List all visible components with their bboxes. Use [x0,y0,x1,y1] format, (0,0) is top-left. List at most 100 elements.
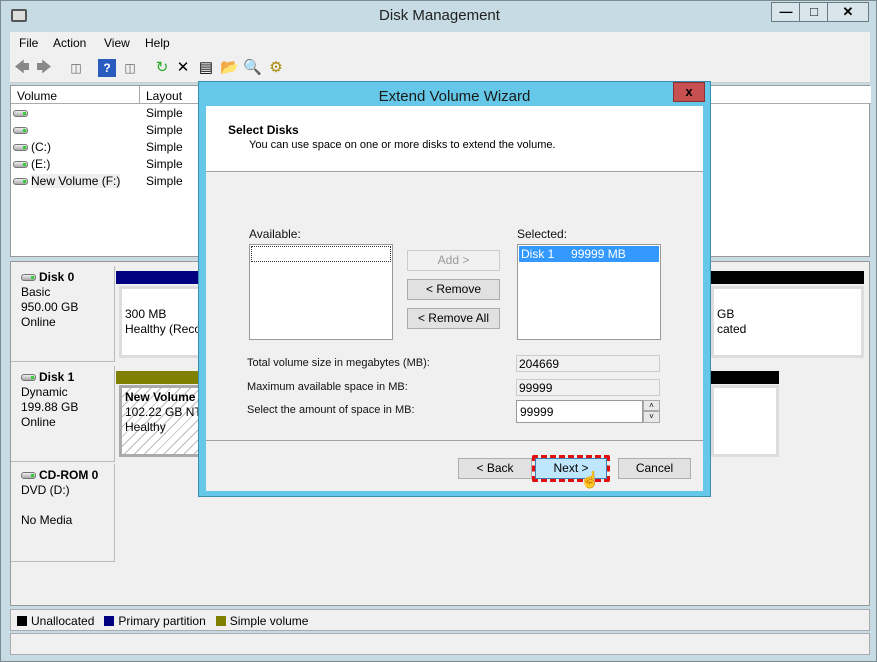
unallocated-bar [711,371,779,384]
wizard-heading: Select Disks [228,123,299,137]
menu-file[interactable]: File [19,36,38,50]
item-disk: Disk 1 [521,247,555,261]
legend-label: Primary partition [118,614,206,628]
wizard-subheading: You can use space on one or more disks t… [249,139,556,151]
title-bar: Disk Management — □ ✕ [1,1,877,32]
volume-layout: Simple [146,174,183,188]
dialog-close-button[interactable]: x [673,82,705,102]
divider [206,440,703,441]
show-hide-action-pane-icon[interactable]: ◫ [121,59,139,77]
legend-simple: Simple volume [215,614,309,628]
back-button[interactable]: < Back [458,458,532,479]
disk-type: DVD (D:) [21,483,70,497]
add-button[interactable]: Add > [407,250,500,271]
max-space-label: Maximum available space in MB: [247,381,408,393]
disk-size: 199.88 GB [21,400,79,414]
drive-icon [13,161,28,169]
menu-view[interactable]: View [104,36,130,50]
selected-list[interactable]: Disk 1 99999 MB [517,244,661,340]
disk-name: Disk 1 [39,370,75,384]
disk-name: CD-ROM 0 [39,468,99,482]
unallocated-bar [711,271,864,284]
cancel-button[interactable]: Cancel [618,458,691,479]
disk-0-label[interactable]: Disk 0 Basic 950.00 GB Online [11,266,115,362]
partition-status: cated [717,322,747,336]
selected-label: Selected: [517,227,568,241]
partition-unallocated-disk1[interactable] [711,385,779,457]
spin-down-button[interactable]: ˅ [643,411,660,423]
cdrom-icon [21,472,36,480]
help-icon[interactable]: ? [98,59,116,77]
max-space-field: 99999 [516,379,660,396]
total-size-field: 204669 [516,355,660,372]
volume-name: (C:) [31,140,51,154]
back-icon[interactable]: 🡄 [13,59,31,77]
focus-placeholder [251,246,391,262]
disk-1-label[interactable]: Disk 1 Dynamic 199.88 GB Online [11,366,115,462]
spin-up-button[interactable]: ˄ [643,400,660,411]
window-title: Disk Management [379,7,500,24]
legend-unallocated: Unallocated [17,614,94,628]
remove-all-button[interactable]: < Remove All [407,308,500,329]
available-label: Available: [249,227,301,241]
drive-icon [21,274,36,282]
cdrom-0-label[interactable]: CD-ROM 0 DVD (D:) No Media [11,464,115,562]
disk-type: Dynamic [21,385,68,399]
mouse-cursor-icon: ☝ [580,472,600,489]
drive-icon [13,110,28,118]
disk-status: Online [21,415,56,429]
extend-volume-wizard-dialog: Extend Volume Wizard x Select Disks You … [198,81,711,497]
refresh-icon[interactable]: ↻ [153,59,171,77]
minimize-button[interactable]: — [771,2,801,22]
disk-status: Online [21,315,56,329]
disk-size: 950.00 GB [21,300,79,314]
volume-layout: Simple [146,123,183,137]
delete-icon[interactable]: ✕ [174,59,192,77]
available-list[interactable] [249,244,393,340]
volume-layout: Simple [146,106,183,120]
settings-icon[interactable]: ⚙ [267,59,285,77]
amount-label: Select the amount of space in MB: [247,404,415,416]
disk-type: Basic [21,285,51,299]
wizard-header: Select Disks You can use space on one or… [206,106,703,172]
legend-primary: Primary partition [104,614,206,628]
dialog-body: Select Disks You can use space on one or… [206,106,703,491]
amount-input[interactable]: 99999 [516,400,643,423]
simple-swatch [215,616,226,626]
total-size-label: Total volume size in megabytes (MB): [247,357,430,369]
legend-label: Simple volume [229,614,309,628]
volume-name: (E:) [31,157,51,171]
volume-name: New Volume (F:) [31,174,121,188]
drive-icon [13,144,28,152]
drive-icon [13,127,28,135]
volume-layout: Simple [146,140,183,154]
partition-unallocated[interactable]: GB cated [711,286,864,358]
dialog-title: Extend Volume Wizard [378,88,531,105]
menu-help[interactable]: Help [145,36,170,50]
search-icon[interactable]: 🔍 [243,59,262,77]
disk-status: No Media [21,513,73,527]
volume-layout: Simple [146,157,183,171]
menu-bar: File Action View Help [10,32,870,54]
drive-icon [21,374,36,382]
item-size: 99999 MB [571,247,626,261]
partition-size: GB [717,307,735,321]
legend-label: Unallocated [31,614,95,628]
show-hide-console-tree-icon[interactable]: ◫ [67,59,85,77]
drive-icon [13,178,28,186]
unallocated-swatch [17,616,27,626]
menu-action[interactable]: Action [53,36,86,50]
maximize-button[interactable]: □ [799,2,829,22]
selected-list-item[interactable]: Disk 1 99999 MB [519,246,659,262]
forward-icon[interactable]: 🡆 [35,59,53,77]
toolbar: 🡄 🡆 ◫ ? ◫ ↻ ✕ ▤ 📂 🔍 ⚙ [10,54,870,83]
status-bar [10,633,870,655]
disk-name: Disk 0 [39,270,75,284]
column-header-volume[interactable]: Volume [11,86,140,104]
legend: Unallocated Primary partition Simple vol… [10,609,870,631]
close-button[interactable]: ✕ [827,2,869,22]
remove-button[interactable]: < Remove [407,279,500,300]
primary-swatch [104,616,115,626]
properties-icon[interactable]: ▤ [197,59,215,77]
open-icon[interactable]: 📂 [220,59,239,77]
